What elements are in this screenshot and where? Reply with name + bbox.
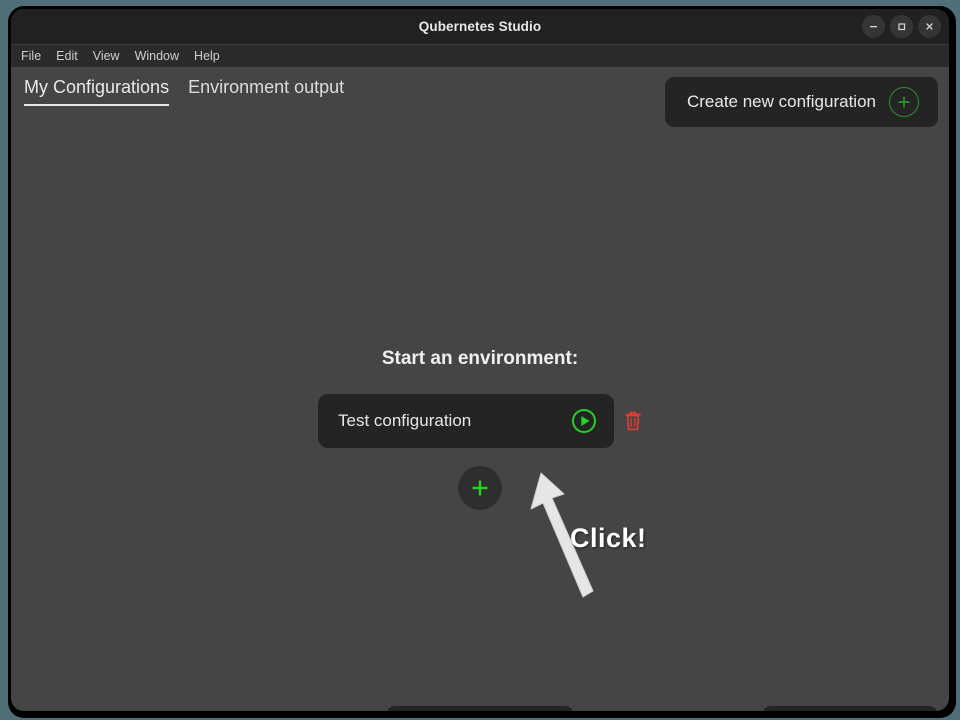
menu-item-window[interactable]: Window: [135, 50, 179, 63]
application-window: Qubernetes Studio File Edit View Window …: [11, 9, 949, 711]
maximize-icon: [898, 23, 906, 31]
desktop-background: Qubernetes Studio File Edit View Window …: [0, 0, 960, 720]
configuration-list: Test configuration: [318, 394, 642, 510]
menu-bar: File Edit View Window Help: [11, 44, 949, 67]
title-bar: Qubernetes Studio: [11, 9, 949, 44]
configuration-card[interactable]: Test configuration: [318, 394, 614, 448]
trash-icon[interactable]: [624, 410, 642, 432]
add-configuration-button[interactable]: [458, 466, 502, 510]
toggle-dark-mode-button[interactable]: Toggle Dark mode: [762, 706, 938, 711]
configuration-row: Test configuration: [318, 394, 642, 448]
page-title: Start an environment:: [381, 348, 579, 369]
content-area: My Configurations Environment output Cre…: [11, 67, 949, 711]
configuration-name: Test configuration: [338, 411, 472, 430]
menu-item-edit[interactable]: Edit: [56, 50, 78, 63]
window-controls: [862, 9, 941, 44]
menu-item-file[interactable]: File: [21, 50, 41, 63]
documentation-button[interactable]: 📚 Documentation: [386, 706, 574, 711]
minimize-icon: [870, 26, 877, 28]
menu-item-view[interactable]: View: [93, 50, 120, 63]
close-icon: [926, 23, 933, 30]
menu-item-help[interactable]: Help: [194, 50, 220, 63]
environment-panel: Start an environment: Test configuration: [11, 67, 949, 510]
click-annotation-label: Click!: [570, 523, 647, 553]
play-circle-icon[interactable]: [571, 408, 597, 434]
maximize-button[interactable]: [890, 15, 913, 38]
plus-icon: [472, 480, 488, 496]
close-button[interactable]: [918, 15, 941, 38]
minimize-button[interactable]: [862, 15, 885, 38]
window-title: Qubernetes Studio: [418, 19, 542, 34]
